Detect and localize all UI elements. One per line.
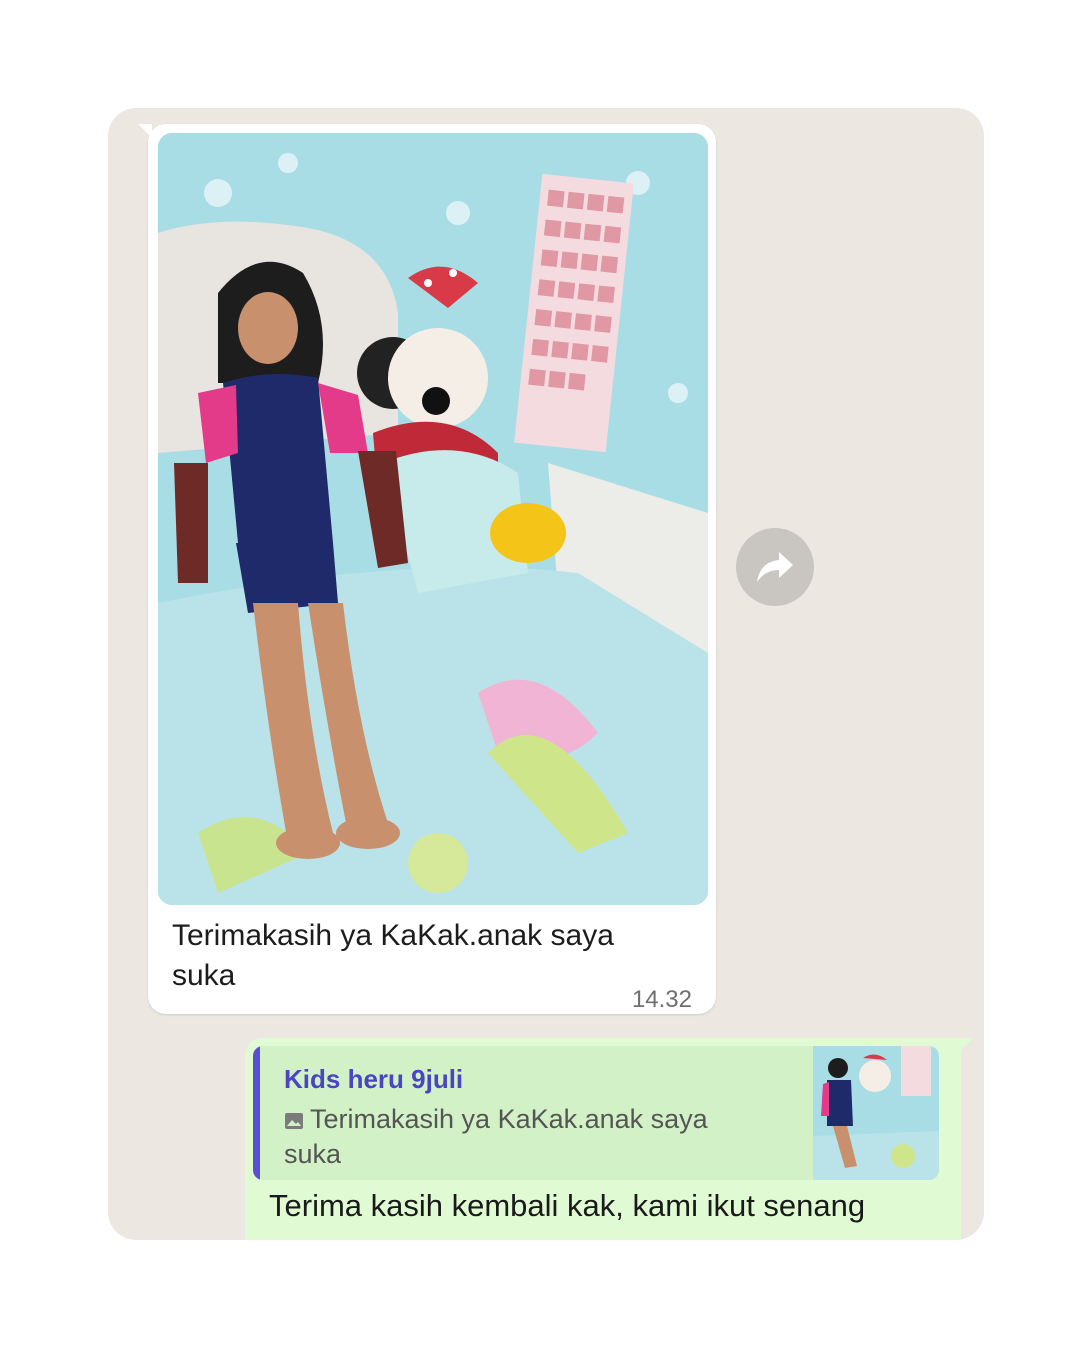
attached-photo[interactable] xyxy=(158,133,708,905)
reply-message-text: Terima kasih kembali kak, kami ikut sena… xyxy=(269,1188,866,1223)
photo-illustration xyxy=(158,133,708,905)
outgoing-message-bubble[interactable]: Kids heru 9juli Terimakasih ya KaKak.ana… xyxy=(245,1038,973,1240)
chat-window: Terimakasih ya KaKak.anak saya suka 14.3… xyxy=(108,108,984,1240)
incoming-message-bubble[interactable]: Terimakasih ya KaKak.anak saya suka 14.3… xyxy=(138,124,716,1014)
quote-text: Terimakasih ya KaKak.anak saya suka xyxy=(284,1104,708,1169)
quote-text-line: Terimakasih ya KaKak.anak saya suka xyxy=(284,1102,744,1172)
quote-thumbnail xyxy=(813,1046,939,1180)
photo-icon xyxy=(285,1112,303,1129)
message-caption: Terimakasih ya KaKak.anak saya suka xyxy=(172,919,614,992)
quote-accent-bar xyxy=(253,1046,260,1180)
quoted-message[interactable]: Kids heru 9juli Terimakasih ya KaKak.ana… xyxy=(253,1046,939,1180)
share-arrow-icon xyxy=(757,552,793,582)
message-time: 14.32 xyxy=(631,986,692,1013)
quote-author: Kids heru 9juli xyxy=(284,1064,464,1094)
forward-button[interactable] xyxy=(736,528,814,606)
thumbnail-illustration xyxy=(813,1046,939,1180)
